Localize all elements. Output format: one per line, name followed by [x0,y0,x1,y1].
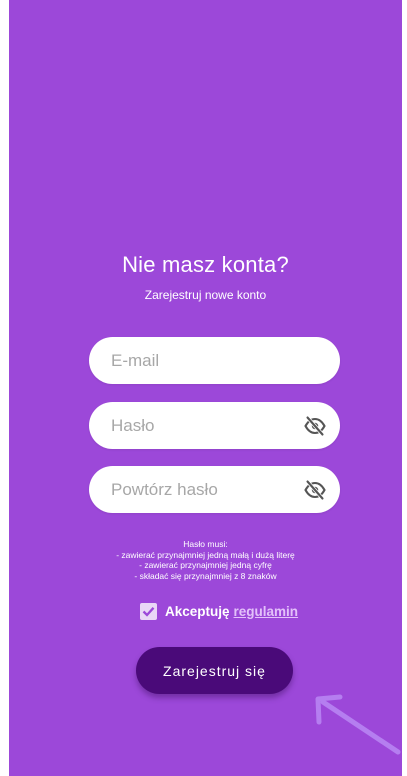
terms-label: Akceptuję [165,603,230,619]
eye-off-icon[interactable] [303,414,327,438]
repeat-password-field[interactable] [89,466,340,513]
page-subtitle: Zarejestruj nowe konto [144,288,267,302]
requirement-item: - zawierać przynajmniej jedną cyfrę [139,560,272,570]
email-input[interactable] [109,349,292,372]
password-input[interactable] [109,414,292,437]
check-icon [142,606,155,617]
requirement-item: - składać się przynajmniej z 8 znaków [134,570,277,581]
terms-link[interactable]: regulamin [234,604,299,619]
page-title: Nie masz konta? [122,252,289,277]
password-field[interactable] [89,402,340,449]
terms-row: Akceptuję regulamin [140,600,298,622]
registration-screen: Nie masz konta? Zarejestruj nowe konto E… [9,0,402,776]
register-button[interactable]: Zarejestruj się [136,647,293,694]
repeat-password-input[interactable] [109,478,292,501]
password-requirements: Hasło musi: - zawierać przynajmniej jedn… [9,539,402,581]
eye-off-icon[interactable] [303,478,327,502]
requirement-item: - zawierać przynajmniej jedną małą i duż… [116,549,295,560]
arrow-icon [315,694,401,755]
requirements-heading: Hasło musi: [183,539,228,549]
email-field[interactable] [89,337,340,384]
terms-checkbox[interactable] [140,602,157,620]
